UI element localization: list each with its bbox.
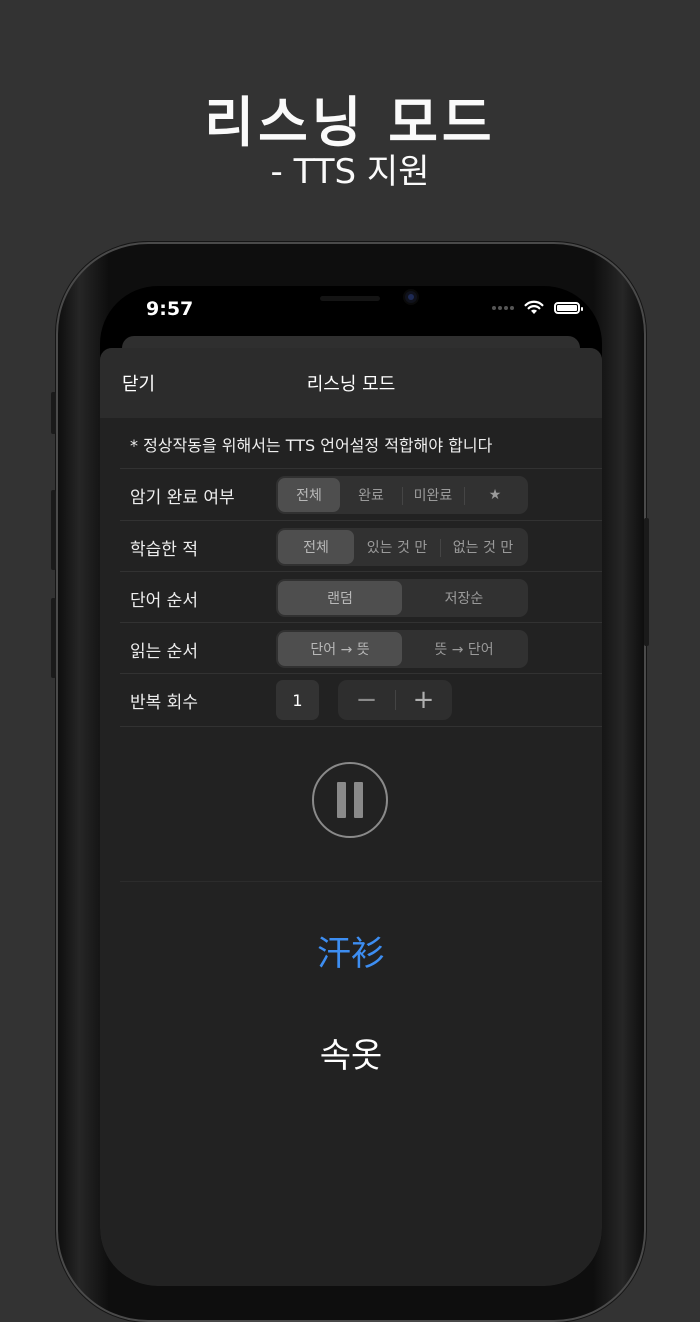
pause-button[interactable]: [312, 762, 388, 838]
setting-label: 암기 완료 여부: [130, 488, 235, 508]
volume-up-button: [51, 490, 56, 570]
wifi-icon: [524, 300, 544, 314]
repeat-count-field[interactable]: 1: [276, 680, 319, 720]
sheet-title: 리스닝 모드: [306, 374, 396, 395]
segment-option[interactable]: 저장순: [402, 581, 526, 615]
segment-option[interactable]: 전체: [278, 478, 340, 512]
setting-row-repeat: 반복 회수 1 − +: [120, 673, 602, 727]
promo-subtitle: - TTS 지원: [270, 152, 430, 192]
word-order-control: 랜덤 저장순: [276, 579, 528, 617]
segment-option[interactable]: 전체: [278, 530, 354, 564]
setting-row-studied: 학습한 적 전체 있는 것 만 없는 것 만: [120, 520, 602, 573]
segment-option[interactable]: 랜덤: [278, 581, 402, 615]
volume-down-button: [51, 598, 56, 678]
listening-mode-sheet: 닫기 리스닝 모드 * 정상작동을 위해서는 TTS 언어설정 적합해야 합니다…: [100, 348, 602, 1286]
setting-label: 학습한 적: [130, 540, 198, 560]
repeat-stepper: − +: [338, 680, 452, 720]
current-word: 汗衫: [317, 934, 385, 974]
segment-option[interactable]: 있는 것 만: [354, 530, 440, 564]
cellular-dots-icon: [492, 305, 514, 310]
pause-icon: [337, 782, 346, 818]
status-time: 9:57: [146, 298, 194, 320]
camera-icon: [405, 291, 417, 303]
current-meaning: 속옷: [319, 1036, 383, 1076]
segment-option[interactable]: 완료: [340, 478, 402, 512]
phone-screen: 9:57 닫기 리스닝 모드 * 정상작동을 위해서는 TTS 언어설정 적합해…: [100, 286, 602, 1286]
divider: [120, 881, 602, 882]
read-order-control: 단어 → 뜻 뜻 → 단어: [276, 630, 528, 668]
setting-row-read-order: 읽는 순서 단어 → 뜻 뜻 → 단어: [120, 622, 602, 675]
pause-icon: [354, 782, 363, 818]
power-button: [644, 518, 649, 646]
increment-button[interactable]: +: [395, 680, 452, 720]
speaker-grille: [320, 296, 380, 301]
segment-option[interactable]: 뜻 → 단어: [402, 632, 526, 666]
setting-row-word-order: 단어 순서 랜덤 저장순: [120, 571, 602, 624]
studied-filter-control: 전체 있는 것 만 없는 것 만: [276, 528, 528, 566]
notch: [210, 286, 492, 326]
mute-switch: [51, 392, 56, 434]
setting-label: 읽는 순서: [130, 642, 198, 662]
tts-notice: * 정상작동을 위해서는 TTS 언어설정 적합해야 합니다: [130, 436, 493, 455]
decrement-button[interactable]: −: [338, 680, 395, 720]
memorized-filter-control: 전체 완료 미완료 ★: [276, 476, 528, 514]
setting-label: 반복 회수: [130, 693, 198, 713]
battery-icon: [554, 301, 583, 314]
segment-option[interactable]: 단어 → 뜻: [278, 632, 402, 666]
status-icons: [492, 300, 583, 315]
sheet-header: 닫기 리스닝 모드: [100, 348, 602, 418]
star-icon[interactable]: ★: [464, 478, 526, 512]
setting-label: 단어 순서: [130, 591, 198, 611]
segment-option[interactable]: 없는 것 만: [440, 530, 526, 564]
setting-row-memorized: 암기 완료 여부 전체 완료 미완료 ★: [120, 468, 602, 521]
segment-option[interactable]: 미완료: [402, 478, 464, 512]
